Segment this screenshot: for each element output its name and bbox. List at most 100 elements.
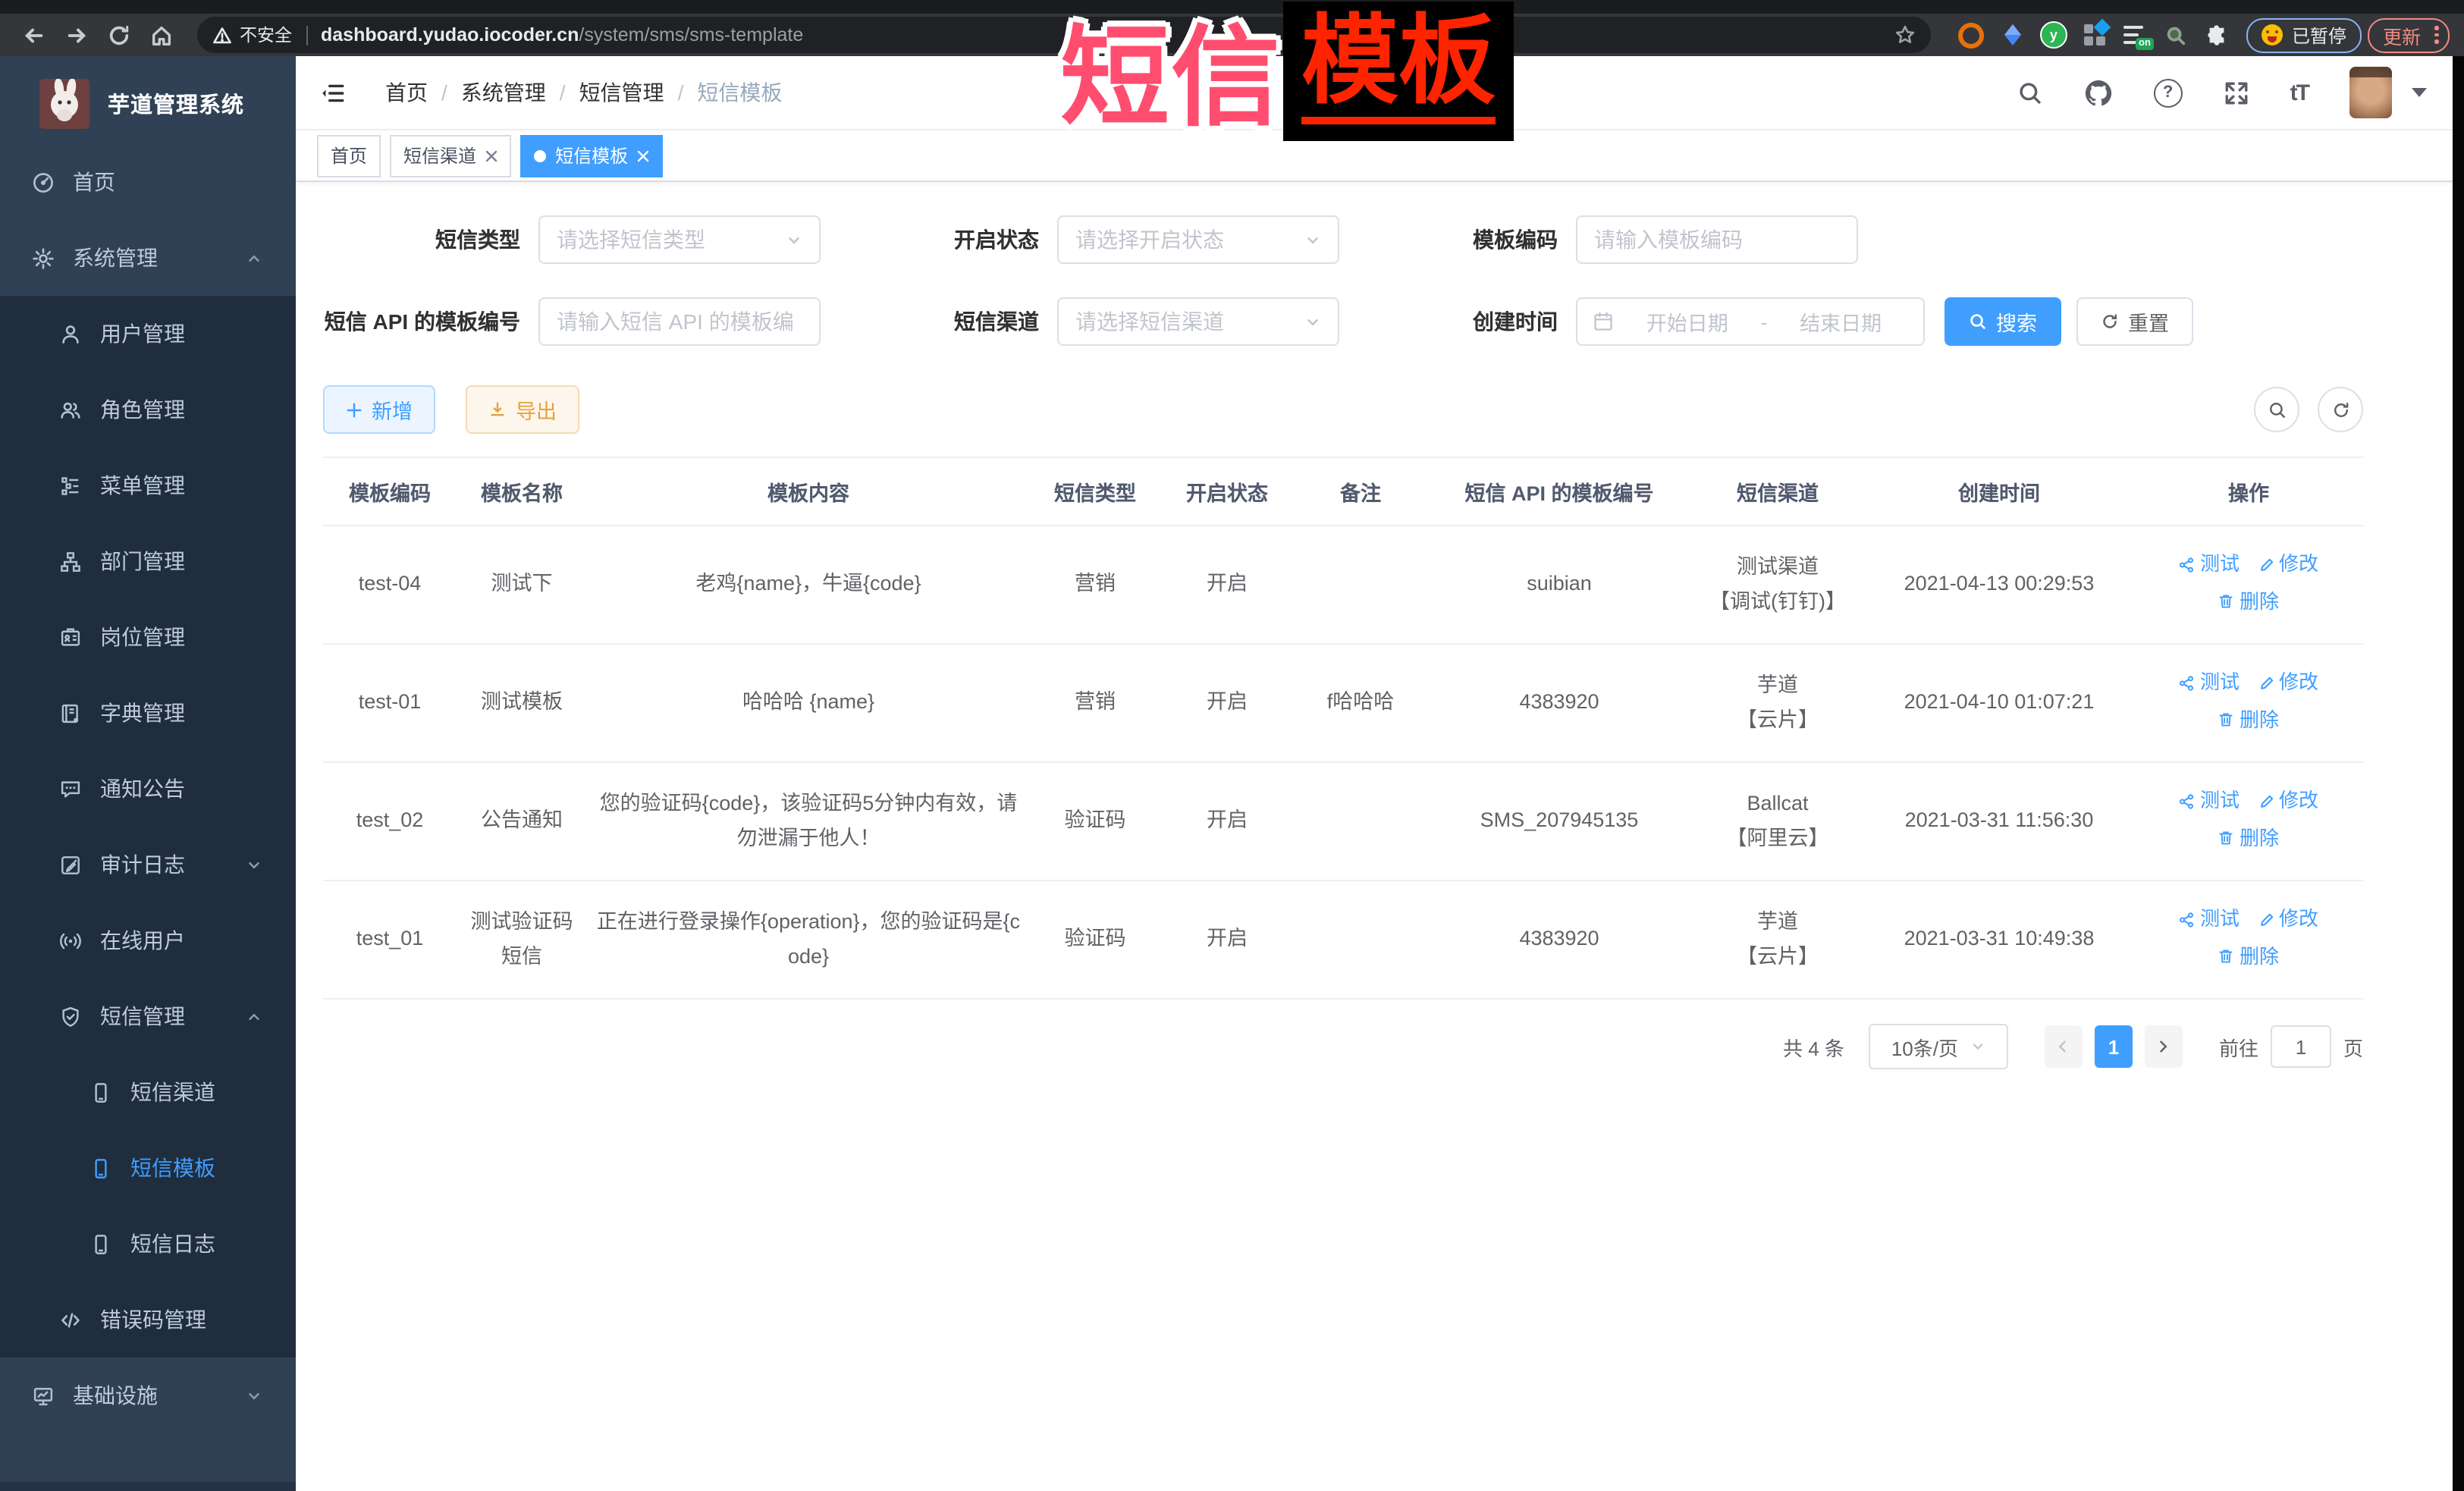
col-actions: 操作 [2134, 457, 2363, 526]
sidebar-item-dictionary[interactable]: 字典管理 [0, 675, 296, 751]
page-size-select[interactable]: 10条/页 [1869, 1024, 2008, 1069]
tags-view-bar: 首页 短信渠道 短信模板 [296, 130, 2453, 182]
test-link[interactable]: 测试 [2179, 666, 2240, 699]
sidebar-item-home[interactable]: 首页 [0, 144, 296, 220]
sidebar-item-sms-log[interactable]: 短信日志 [0, 1206, 296, 1282]
sidebar-item-departments[interactable]: 部门管理 [0, 523, 296, 599]
extensions-puzzle-icon[interactable] [2204, 21, 2231, 49]
add-button[interactable]: 新增 [323, 385, 435, 434]
fullscreen-icon[interactable] [2224, 80, 2249, 105]
calendar-icon [1593, 311, 1614, 332]
browser-back-icon[interactable] [15, 17, 52, 53]
sidebar-item-system[interactable]: 系统管理 [0, 220, 296, 296]
app-title: 芋道管理系统 [108, 87, 244, 119]
extension-list-on-icon[interactable]: on [2122, 21, 2149, 49]
edit-link[interactable]: 修改 [2258, 902, 2318, 936]
goto-page-input[interactable] [2271, 1025, 2331, 1068]
delete-link[interactable]: 删除 [2218, 940, 2279, 973]
refresh-table-icon[interactable] [2318, 387, 2363, 432]
sidebar-item-notices[interactable]: 通知公告 [0, 751, 296, 827]
close-icon[interactable] [637, 149, 649, 162]
desktop-edge-strip [2453, 56, 2464, 1491]
edit-link[interactable]: 修改 [2258, 666, 2318, 699]
sidebar-collapse-icon[interactable] [312, 73, 352, 112]
plus-icon [346, 401, 363, 418]
chevron-down-icon [246, 1387, 262, 1404]
sidebar-item-sms-channel[interactable]: 短信渠道 [0, 1054, 296, 1130]
header-search-icon[interactable] [2017, 80, 2043, 105]
browser-forward-icon[interactable] [58, 17, 94, 53]
status-select[interactable]: 请选择开启状态 [1057, 215, 1339, 264]
help-icon[interactable]: ? [2154, 78, 2183, 107]
toggle-search-icon[interactable] [2254, 387, 2299, 432]
edit-link[interactable]: 修改 [2258, 784, 2318, 818]
next-page-button[interactable] [2145, 1025, 2183, 1068]
test-link[interactable]: 测试 [2179, 784, 2240, 818]
browser-home-icon[interactable] [143, 17, 179, 53]
test-link[interactable]: 测试 [2179, 548, 2240, 581]
sidebar-item-posts[interactable]: 岗位管理 [0, 599, 296, 675]
search-button[interactable]: 搜索 [1945, 297, 2061, 346]
page-number-1[interactable]: 1 [2095, 1025, 2133, 1068]
export-button[interactable]: 导出 [466, 385, 579, 434]
sidebar-item-audit-log[interactable]: 审计日志 [0, 827, 296, 902]
address-bar[interactable]: 不安全 dashboard.yudao.iocoder.cn/system/sm… [197, 17, 1931, 53]
sidebar-item-menus[interactable]: 菜单管理 [0, 447, 296, 523]
top-navbar: 首页 / 系统管理 / 短信管理 / 短信模板 ? [296, 56, 2453, 130]
channel-label: 短信渠道 [954, 306, 1057, 337]
sidebar-item-roles[interactable]: 角色管理 [0, 372, 296, 447]
app-logo[interactable]: 芋道管理系统 [0, 56, 296, 141]
start-date-placeholder: 开始日期 [1620, 306, 1755, 337]
refresh-icon [2101, 312, 2119, 331]
badge-icon [58, 626, 82, 648]
sidebar-item-sms-template[interactable]: 短信模板 [0, 1130, 296, 1206]
sms-type-select[interactable]: 请选择短信类型 [538, 215, 821, 264]
extension-y-icon[interactable]: y [2040, 21, 2067, 49]
sidebar-item-sms[interactable]: 短信管理 [0, 978, 296, 1054]
delete-link[interactable]: 删除 [2218, 821, 2279, 855]
api-template-id-input[interactable] [538, 297, 821, 346]
delete-link[interactable]: 删除 [2218, 585, 2279, 618]
sidebar-item-users[interactable]: 用户管理 [0, 296, 296, 372]
delete-link[interactable]: 删除 [2218, 703, 2279, 736]
sidebar-item-infrastructure[interactable]: 基础设施 [0, 1358, 296, 1433]
edit-link[interactable]: 修改 [2258, 548, 2318, 581]
browser-reload-icon[interactable] [100, 17, 137, 53]
browser-menu-icon[interactable] [2434, 27, 2438, 44]
font-size-icon[interactable]: tT [2290, 80, 2309, 105]
tag-sms-template[interactable]: 短信模板 [520, 134, 663, 177]
template-code-input[interactable] [1576, 215, 1858, 264]
channel-select[interactable]: 请选择短信渠道 [1057, 297, 1339, 346]
bookmark-star-icon[interactable] [1894, 24, 1916, 46]
avatar-caret-icon[interactable] [2412, 88, 2427, 97]
profile-paused-pill[interactable]: 已暂停 [2246, 17, 2362, 52]
extension-gem-icon[interactable] [1999, 21, 2026, 49]
security-label[interactable]: 不安全 [240, 23, 292, 47]
book-icon [58, 702, 82, 724]
create-time-range-picker[interactable]: 开始日期 - 结束日期 [1576, 297, 1925, 346]
chevron-down-icon [1304, 313, 1321, 330]
breadcrumb-sms[interactable]: 短信管理 [579, 77, 664, 108]
col-type: 短信类型 [1030, 457, 1160, 526]
sidebar-menu: 首页 系统管理 用户管理 角色管理 菜单管理 [0, 144, 296, 1433]
tree-list-icon [58, 474, 82, 497]
breadcrumb-system[interactable]: 系统管理 [461, 77, 546, 108]
avatar[interactable] [2349, 67, 2392, 118]
extension-grid-icon[interactable] [2081, 21, 2108, 49]
test-link[interactable]: 测试 [2179, 902, 2240, 936]
profile-emoji-icon [2262, 24, 2283, 46]
extension-spy-icon[interactable] [2163, 21, 2190, 49]
reset-button[interactable]: 重置 [2076, 297, 2193, 346]
col-channel: 短信渠道 [1691, 457, 1864, 526]
end-date-placeholder: 结束日期 [1773, 306, 1908, 337]
sidebar-item-online-users[interactable]: 在线用户 [0, 902, 296, 978]
tag-sms-channel[interactable]: 短信渠道 [390, 134, 511, 177]
close-icon[interactable] [485, 149, 498, 162]
sidebar-item-error-codes[interactable]: 错误码管理 [0, 1282, 296, 1358]
chrome-update-button[interactable]: 更新 [2368, 17, 2449, 52]
extension-donut-icon[interactable] [1958, 21, 1985, 49]
breadcrumb-home[interactable]: 首页 [385, 77, 428, 108]
prev-page-button[interactable] [2045, 1025, 2083, 1068]
github-icon[interactable] [2084, 78, 2113, 107]
tag-home[interactable]: 首页 [317, 134, 381, 177]
